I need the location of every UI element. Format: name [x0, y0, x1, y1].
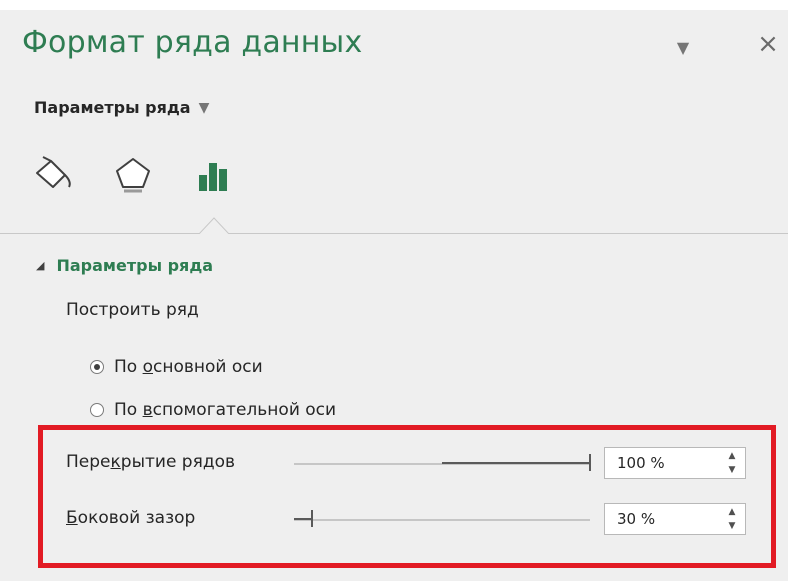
radio-secondary-axis[interactable]: По вспомогательной оси: [90, 400, 336, 420]
triangle-down-icon: ▼: [198, 99, 210, 116]
series-options-menu-label: Параметры ряда: [34, 98, 191, 117]
tab-effects[interactable]: [108, 150, 158, 200]
red-highlight-frame: [38, 425, 776, 568]
close-icon[interactable]: ×: [750, 26, 786, 62]
radio-button-unchecked[interactable]: [90, 403, 104, 417]
series-options-group-header[interactable]: ◢ Параметры ряда: [36, 256, 213, 275]
series-options-menu[interactable]: Параметры ряда ▼: [34, 98, 209, 117]
tab-series-options[interactable]: [188, 150, 238, 200]
radio-button-checked[interactable]: [90, 360, 104, 374]
radio-primary-axis[interactable]: По основной оси: [90, 357, 263, 377]
collapse-triangle-icon: ◢: [36, 259, 45, 272]
plot-series-on-label: Построить ряд: [66, 300, 199, 320]
radio-secondary-label: По вспомогательной оси: [114, 400, 337, 420]
triangle-down-icon[interactable]: ▼: [668, 32, 698, 62]
bar-chart-icon: [199, 163, 227, 191]
paint-bucket-icon: [36, 156, 71, 188]
active-tab-pointer: [199, 217, 229, 234]
radio-primary-label: По основной оси: [114, 357, 263, 377]
group-title: Параметры ряда: [56, 256, 214, 275]
pane-title: Формат ряда данных: [22, 25, 363, 60]
pentagon-icon: [116, 158, 150, 193]
tab-divider: [0, 233, 788, 234]
tab-fill-and-line[interactable]: [30, 150, 80, 200]
